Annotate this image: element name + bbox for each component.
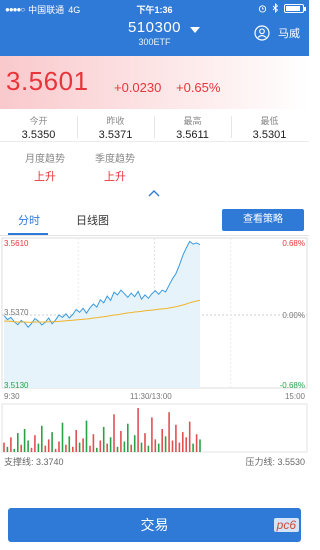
support-line: 支撑线: 3.3740 (4, 455, 64, 468)
price-area (4, 241, 200, 388)
stat-open: 今开 3.5350 (0, 110, 77, 142)
stat-label: 昨收 (106, 116, 125, 126)
trade-button[interactable]: 交易 (8, 508, 301, 542)
stat-label: 最低 (260, 116, 279, 126)
tab-underline (8, 233, 48, 235)
watermark-logo: pc6 (273, 518, 299, 532)
user-name: 马威 (278, 28, 300, 40)
stat-label: 今开 (29, 116, 48, 126)
stat-value: 3.5371 (98, 129, 133, 141)
price-banner: 3.5601 +0.0230 +0.65% (0, 56, 309, 109)
battery-icon (284, 3, 306, 13)
y-tick-mid: 3.5370 (4, 308, 29, 317)
price-change: +0.0230 (114, 80, 162, 95)
trend-value: 上升 (104, 171, 126, 183)
tab-intraday[interactable]: 分时 (18, 212, 40, 228)
support-label: 支撑线: (4, 457, 34, 467)
view-strategy-button[interactable]: 查看策略 (222, 209, 304, 231)
stat-value: 3.5301 (252, 129, 287, 141)
alarm-icon (258, 4, 267, 13)
chart-canvas (1, 237, 308, 453)
tab-daily[interactable]: 日线图 (76, 212, 109, 228)
status-right (258, 3, 306, 13)
support-value: 3.3740 (36, 457, 64, 467)
user-icon (254, 25, 270, 41)
stat-label: 最高 (183, 116, 202, 126)
y-right-tick-high: 0.68% (282, 239, 305, 248)
stat-value: 3.5611 (176, 129, 209, 141)
pressure-value: 3.5530 (277, 457, 305, 467)
chevron-up-icon[interactable] (148, 189, 160, 197)
user-menu[interactable]: 马威 (254, 25, 300, 41)
x-tick-close: 15:00 (284, 392, 305, 401)
stat-value: 3.5350 (21, 129, 56, 141)
x-tick-midday: 11:30/13:00 (130, 392, 172, 401)
stat-high: 最高 3.5611 (154, 110, 231, 142)
y-tick-low: 3.5130 (4, 381, 29, 390)
app-header: ●●●●○ 中国联通 4G 下午1:36 510300 300ETF 马威 (0, 0, 309, 56)
quarterly-trend: 季度趋势 上升 (70, 150, 160, 184)
y-right-tick-low: -0.68% (279, 381, 305, 390)
quote-stats: 今开 3.5350 昨收 3.5371 最高 3.5611 最低 3.5301 (0, 110, 309, 142)
pressure-line: 压力线: 3.5530 (245, 455, 305, 468)
pressure-label: 压力线: (245, 457, 275, 467)
x-tick-open: 9:30 (4, 392, 20, 401)
battery-fill (286, 5, 301, 11)
stat-prev-close: 昨收 3.5371 (77, 110, 154, 142)
y-tick-high: 3.5610 (4, 239, 29, 248)
intraday-chart[interactable]: 3.5610 3.5370 3.5130 0.68% 0.00% -0.68% … (0, 236, 309, 470)
status-bar: ●●●●○ 中国联通 4G 下午1:36 (0, 0, 309, 18)
last-price: 3.5601 (6, 66, 89, 96)
trend-section: 月度趋势 上升 季度趋势 上升 (0, 150, 309, 186)
support-pressure-row: 支撑线: 3.3740 压力线: 3.5530 (0, 452, 309, 468)
stat-low: 最低 3.5301 (231, 110, 308, 142)
chevron-down-icon[interactable] (190, 27, 200, 33)
bluetooth-icon (272, 3, 279, 13)
price-change-percent: +0.65% (176, 80, 221, 95)
trend-label: 季度趋势 (95, 154, 135, 165)
y-right-tick-mid: 0.00% (282, 311, 305, 320)
